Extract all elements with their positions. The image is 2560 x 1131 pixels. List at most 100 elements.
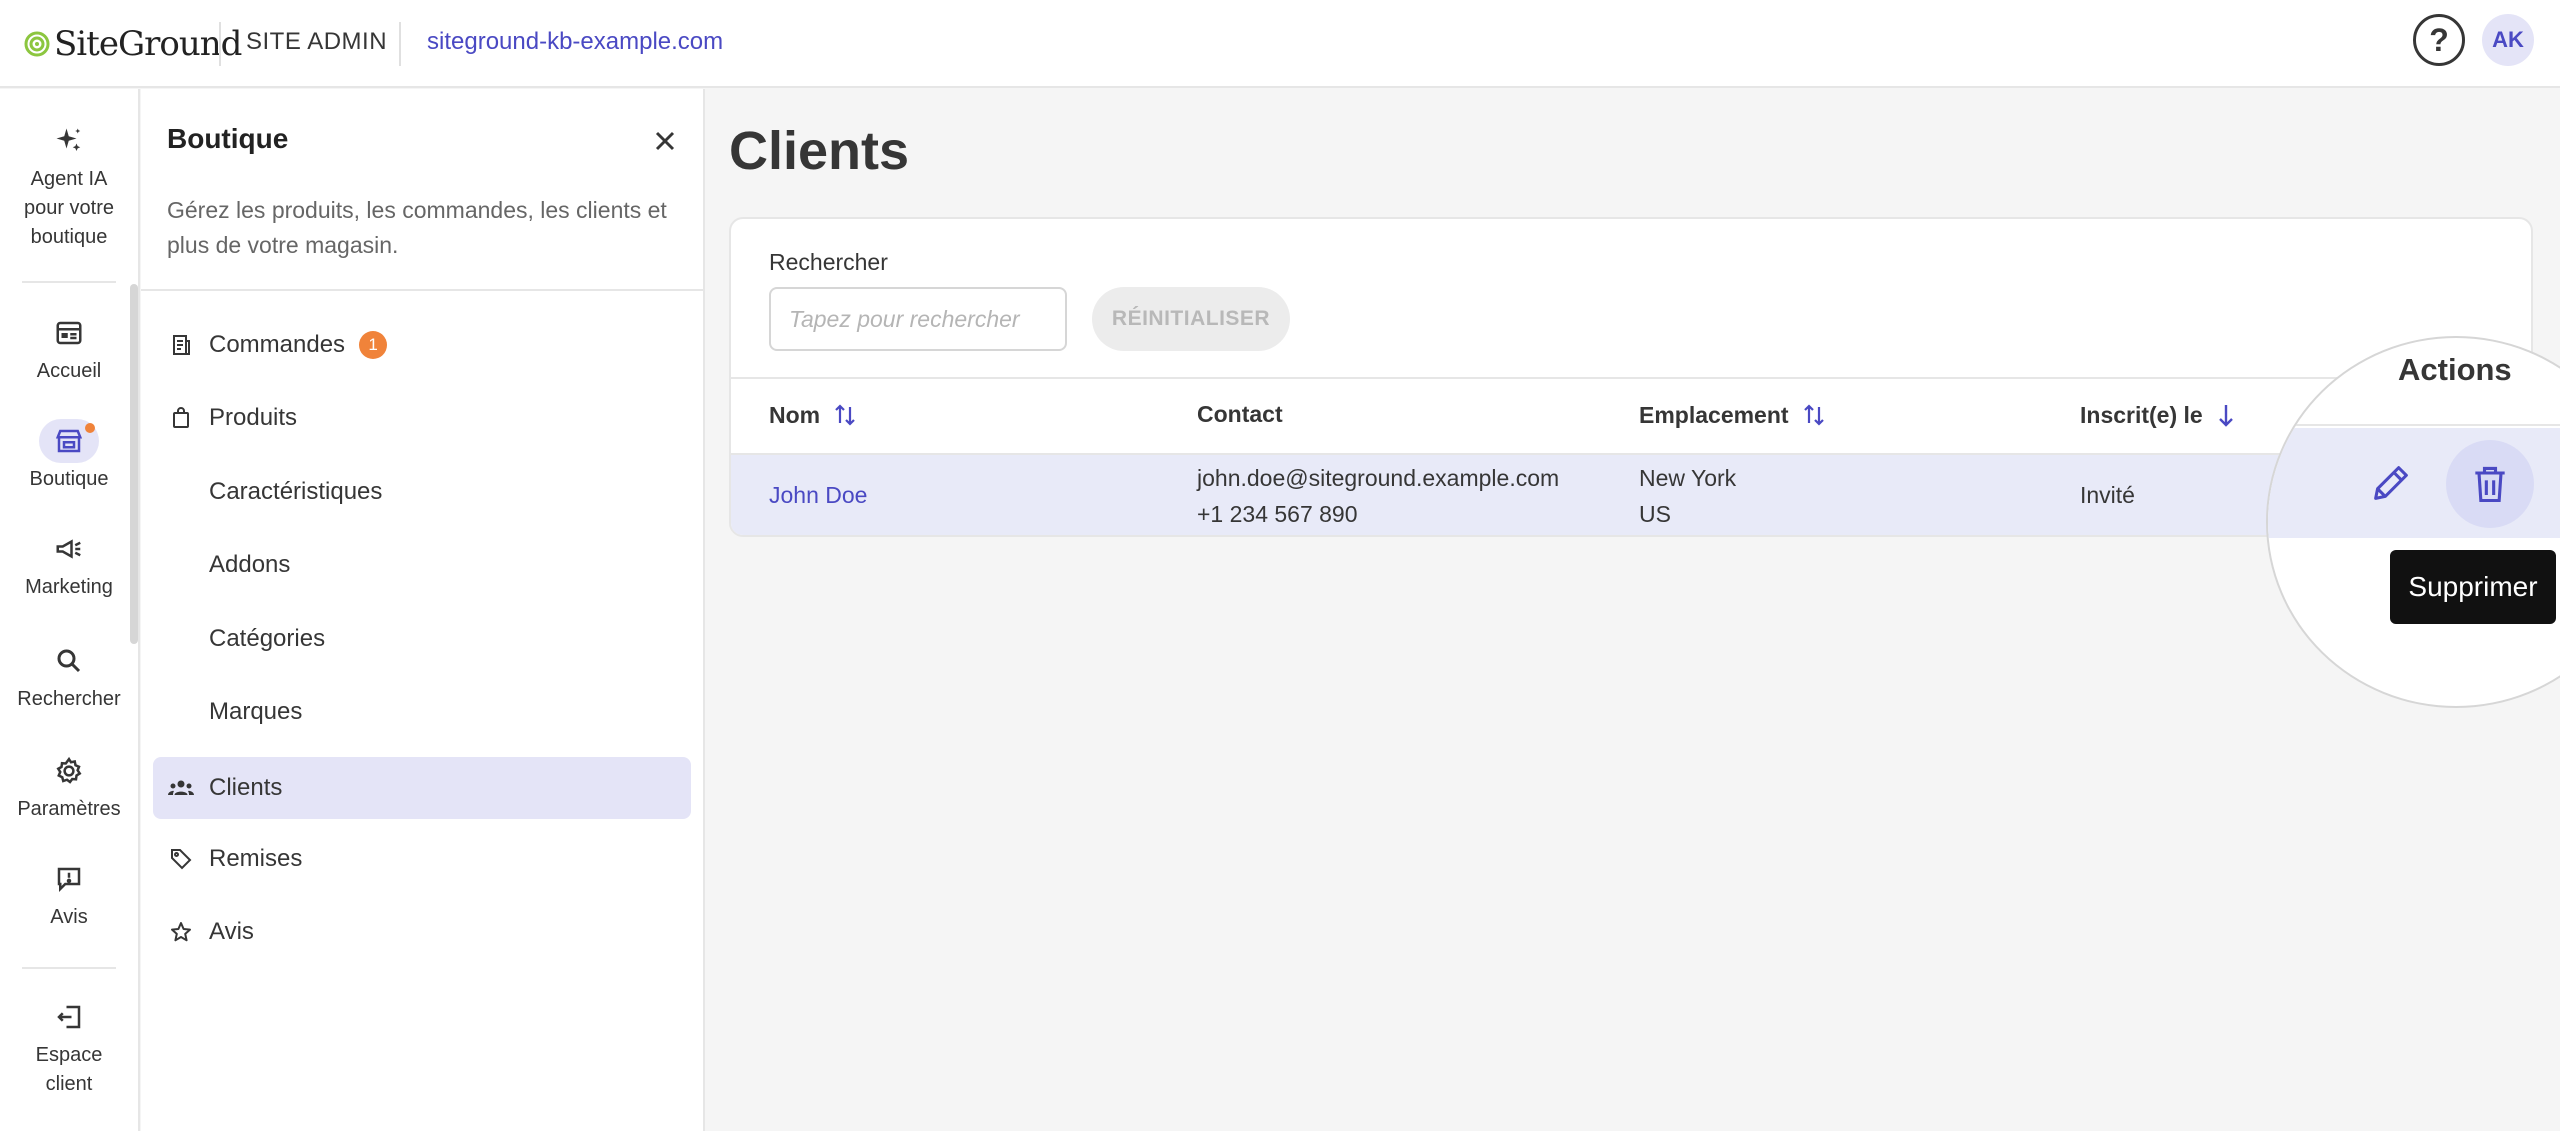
rail-item-label: Rechercher xyxy=(17,688,121,710)
rail-item-label: Paramètres xyxy=(17,798,121,820)
bag-icon xyxy=(167,404,195,432)
page-title: Clients xyxy=(729,121,910,181)
column-header-registered[interactable]: Inscrit(e) le xyxy=(2080,401,2237,429)
rail-divider xyxy=(22,281,116,283)
sort-descending-icon xyxy=(2218,405,2233,427)
menu-item-clients[interactable]: Clients xyxy=(153,757,691,819)
menu-item-label: Catégories xyxy=(209,625,326,652)
column-header-label: Emplacement xyxy=(1639,401,1789,428)
panel-divider xyxy=(141,289,703,291)
star-icon xyxy=(167,918,195,946)
rail-divider xyxy=(22,967,116,969)
menu-item-reviews[interactable]: Avis xyxy=(153,901,691,963)
help-button[interactable]: ? xyxy=(2413,14,2465,66)
rail-item-feedback[interactable]: Avis xyxy=(0,857,138,932)
menu-item-orders[interactable]: Commandes 1 xyxy=(153,314,691,376)
sort-icon xyxy=(1803,404,1824,426)
search-label: Rechercher xyxy=(769,249,888,275)
rail-item-label: Accueil xyxy=(36,360,102,382)
menu-item-label: Commandes xyxy=(209,331,346,358)
orders-count-badge: 1 xyxy=(359,331,388,359)
siteground-swirl-icon xyxy=(24,31,50,57)
actions-zoom-callout: Actions xyxy=(2266,336,2560,708)
table-row[interactable]: John Doe john.doe@siteground.example.com… xyxy=(731,455,2531,535)
table-header: Nom Contact Emplacement Inscrit(e) le xyxy=(731,377,2531,455)
panel-title: Boutique xyxy=(167,123,289,154)
rail-item-home[interactable]: Accueil xyxy=(0,311,138,386)
rail-item-ai-agent[interactable]: Agent IA pour votre boutique xyxy=(0,119,138,252)
delete-tooltip: Supprimer xyxy=(2390,550,2556,624)
user-avatar[interactable]: AK xyxy=(2482,14,2534,66)
section-label: SITE ADMIN xyxy=(246,28,388,55)
client-city: New York xyxy=(1639,465,1737,491)
site-domain-link[interactable]: siteground-kb-example.com xyxy=(427,28,723,56)
rail-item-label: Avis xyxy=(50,906,88,928)
column-header-name[interactable]: Nom xyxy=(769,401,858,429)
column-header-label: Inscrit(e) le xyxy=(2080,401,2203,428)
gear-icon xyxy=(39,749,99,793)
search-input[interactable] xyxy=(769,287,1067,351)
topbar-divider xyxy=(219,22,221,66)
edit-button[interactable] xyxy=(2360,452,2422,514)
menu-item-label: Addons xyxy=(209,551,291,578)
reset-button[interactable]: RÉINITIALISER xyxy=(1092,287,1290,351)
rail-item-label: Espace client xyxy=(35,1044,103,1095)
client-phone: +1 234 567 890 xyxy=(1197,501,1358,527)
rail-item-settings[interactable]: Paramètres xyxy=(0,749,138,824)
sort-icon xyxy=(835,404,855,426)
search-icon xyxy=(39,639,99,683)
zoom-header: Actions xyxy=(2268,338,2560,426)
sparkle-icon xyxy=(39,119,99,163)
client-registered: Invité xyxy=(2080,482,2135,508)
logo-text: SiteGround xyxy=(54,24,242,64)
rail-item-label: Boutique xyxy=(29,468,109,490)
delete-button[interactable] xyxy=(2446,440,2534,528)
menu-item-label: Marques xyxy=(209,698,303,725)
panel-description: Gérez les produits, les commandes, les c… xyxy=(167,197,667,258)
column-header-contact: Contact xyxy=(1197,401,1283,428)
menu-item-label: Caractéristiques xyxy=(209,478,383,505)
notification-dot xyxy=(85,423,95,433)
people-icon xyxy=(167,774,195,802)
rail-item-client-area[interactable]: Espace client xyxy=(0,995,138,1099)
menu-item-discounts[interactable]: Remises xyxy=(153,828,691,890)
client-country: US xyxy=(1639,501,1671,527)
client-name-link[interactable]: John Doe xyxy=(769,477,867,513)
column-header-label: Nom xyxy=(769,401,821,428)
rail-scrollbar[interactable] xyxy=(130,284,138,644)
store-panel: Boutique Gérez les produits, les command… xyxy=(141,89,705,1131)
topbar-divider xyxy=(399,22,401,66)
menu-item-products[interactable]: Produits xyxy=(153,387,691,449)
help-icon: ? xyxy=(2429,21,2449,58)
dashboard-icon xyxy=(39,311,99,355)
menu-item-brands[interactable]: Marques xyxy=(153,681,691,743)
rail-item-search[interactable]: Rechercher xyxy=(0,639,138,714)
menu-item-label: Produits xyxy=(209,404,298,431)
menu-item-label: Clients xyxy=(209,774,283,801)
close-icon xyxy=(655,131,675,151)
menu-item-categories[interactable]: Catégories xyxy=(153,608,691,670)
column-header-actions: Actions xyxy=(2398,352,2512,387)
siteground-logo[interactable]: SiteGround xyxy=(24,22,242,66)
clients-card: Rechercher RÉINITIALISER Nom Contact Emp… xyxy=(729,217,2533,537)
menu-item-attributes[interactable]: Caractéristiques xyxy=(153,461,691,523)
rail-item-label: Marketing xyxy=(25,576,113,598)
menu-item-label: Remises xyxy=(209,845,303,872)
top-bar: SiteGround SITE ADMIN siteground-kb-exam… xyxy=(0,0,2560,88)
rail-item-store[interactable]: Boutique xyxy=(0,419,138,494)
column-header-location[interactable]: Emplacement xyxy=(1639,401,1827,429)
exit-icon xyxy=(39,995,99,1039)
trash-icon xyxy=(2475,466,2505,503)
close-panel-button[interactable] xyxy=(649,125,681,157)
megaphone-icon xyxy=(39,527,99,571)
menu-item-addons[interactable]: Addons xyxy=(153,534,691,596)
client-email: john.doe@siteground.example.com xyxy=(1197,465,1560,491)
column-header-label: Contact xyxy=(1197,401,1283,427)
feedback-icon xyxy=(39,857,99,901)
receipt-icon xyxy=(167,331,195,359)
rail-item-label: Agent IA pour votre boutique xyxy=(23,168,115,248)
icon-rail: Agent IA pour votre boutique Accueil Bou… xyxy=(0,89,140,1131)
store-icon xyxy=(39,419,99,463)
rail-item-marketing[interactable]: Marketing xyxy=(0,527,138,602)
menu-item-label: Avis xyxy=(209,918,254,945)
